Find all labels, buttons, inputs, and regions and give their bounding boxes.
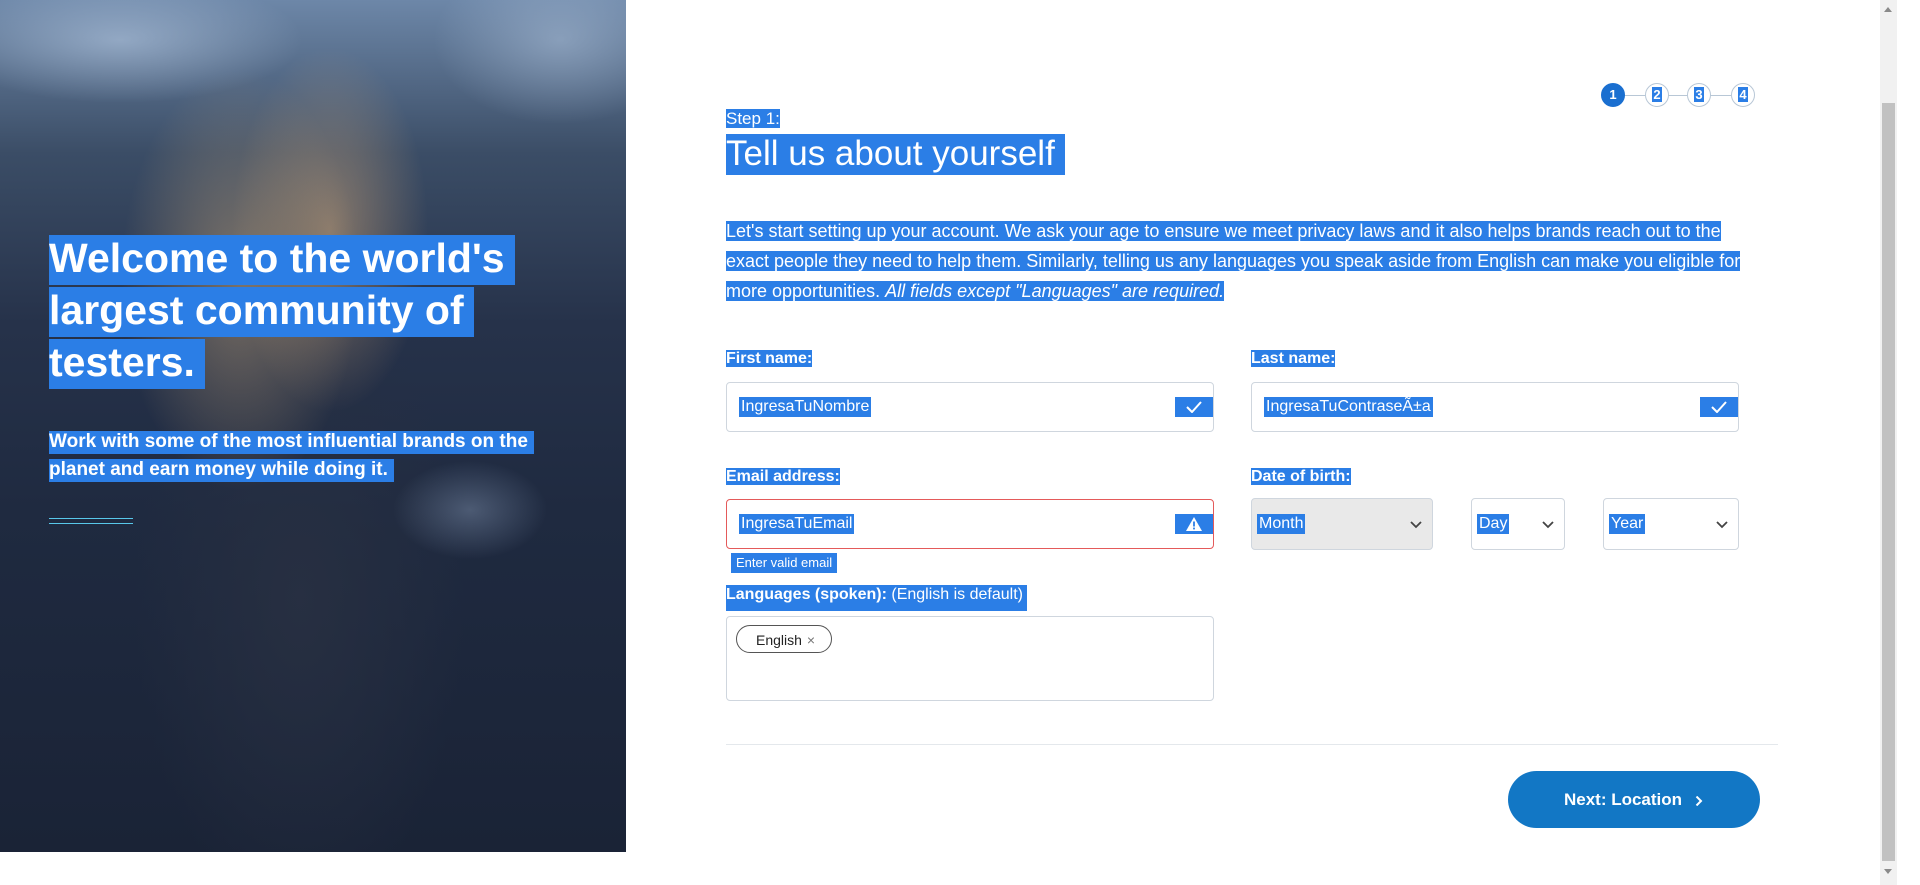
dob-label: Date of birth: <box>1251 468 1351 485</box>
last-name-label: Last name: <box>1251 350 1336 367</box>
dob-month-value: Month <box>1257 514 1306 534</box>
first-name-field[interactable]: IngresaTuNombre <box>726 382 1214 432</box>
scroll-up-arrow-icon[interactable] <box>1884 7 1892 12</box>
chevron-down-icon <box>1542 521 1554 529</box>
form-divider <box>726 744 1778 745</box>
last-name-value: IngresaTuContraseÃ±a <box>1264 397 1433 417</box>
email-label: Email address: <box>726 468 840 485</box>
language-chip-label: English <box>756 632 802 648</box>
dob-year-value: Year <box>1609 514 1646 534</box>
hero-panel: Welcome to the world's largest community… <box>0 0 626 852</box>
first-name-label: First name: <box>726 350 813 367</box>
check-icon <box>1175 397 1213 417</box>
chevron-down-icon <box>1410 521 1422 529</box>
step-1[interactable]: 1 <box>1601 83 1625 107</box>
intro-required-note: All fields except "Languages" are requir… <box>885 281 1225 301</box>
step-2[interactable]: 2 <box>1645 83 1669 107</box>
stepper-connector <box>1623 95 1645 96</box>
step-3[interactable]: 3 <box>1687 83 1711 107</box>
scroll-down-arrow-icon[interactable] <box>1884 869 1892 874</box>
email-field[interactable]: IngresaTuEmail <box>726 499 1214 549</box>
hero-title: Welcome to the world's largest community… <box>49 232 569 389</box>
dob-day-select[interactable]: Day <box>1471 498 1565 550</box>
dob-day-value: Day <box>1477 514 1510 534</box>
chevron-down-icon <box>1716 521 1728 529</box>
email-error-message: Enter valid email <box>731 553 838 573</box>
hero-subtitle: Work with some of the most influential b… <box>49 428 569 484</box>
step-label: Step 1: <box>726 109 780 128</box>
close-icon[interactable]: × <box>807 632 815 648</box>
languages-note: (English is default) <box>891 586 1023 603</box>
warning-icon <box>1175 514 1213 534</box>
stepper-connector <box>1709 95 1731 96</box>
email-value: IngresaTuEmail <box>739 514 855 534</box>
intro-text: Let's start setting up your account. We … <box>726 216 1766 306</box>
hero-divider <box>49 518 133 524</box>
languages-label: Languages (spoken): (English is default) <box>726 585 1027 611</box>
first-name-value: IngresaTuNombre <box>739 397 872 417</box>
step-4[interactable]: 4 <box>1731 83 1755 107</box>
progress-stepper: 1 2 3 4 <box>1601 83 1761 107</box>
next-location-button[interactable]: Next: Location <box>1508 771 1760 828</box>
page-title: Tell us about yourself <box>726 132 1065 176</box>
dob-month-select[interactable]: Month <box>1251 498 1433 550</box>
last-name-field[interactable]: IngresaTuContraseÃ±a <box>1251 382 1739 432</box>
language-chip-english[interactable]: English × <box>736 625 833 653</box>
scrollbar-thumb[interactable] <box>1882 103 1895 861</box>
check-icon <box>1700 397 1738 417</box>
stepper-connector <box>1667 95 1687 96</box>
intro-body: Let's start setting up your account. We … <box>726 221 1741 301</box>
languages-input[interactable]: English × <box>726 616 1214 701</box>
dob-year-select[interactable]: Year <box>1603 498 1739 550</box>
chevron-right-icon <box>1695 796 1703 806</box>
